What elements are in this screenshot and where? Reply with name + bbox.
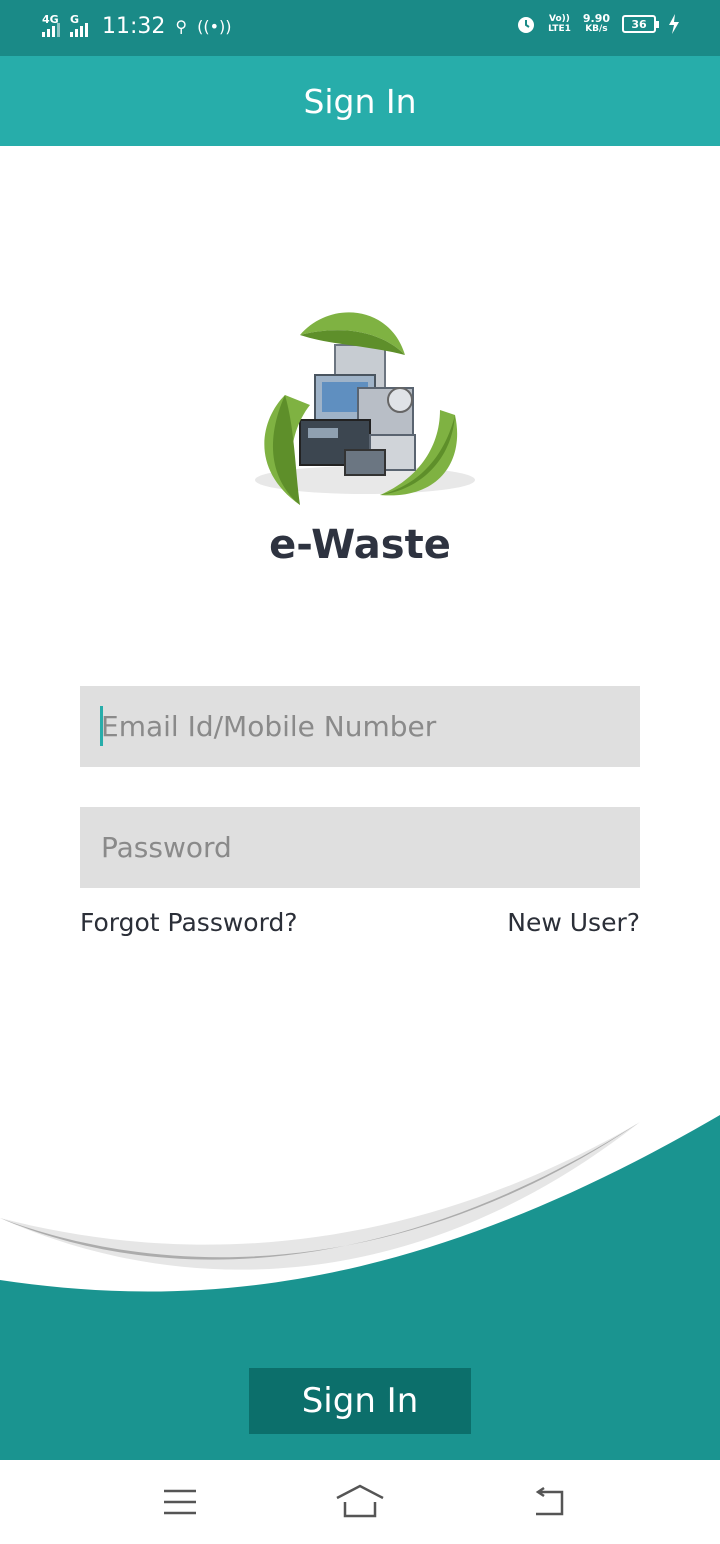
volte-indicator: Vo)) LTE1	[548, 14, 571, 34]
forgot-password-link[interactable]: Forgot Password?	[80, 908, 298, 937]
back-icon[interactable]	[518, 1482, 578, 1522]
network-type-2: G	[70, 12, 80, 26]
battery-icon: 36	[622, 15, 659, 33]
page-title: Sign In	[303, 81, 417, 121]
clock: 11:32	[102, 14, 166, 39]
app-bar: Sign In	[0, 56, 720, 146]
signal-g-icon: G	[70, 13, 88, 37]
email-field[interactable]	[80, 686, 640, 767]
text-caret	[100, 706, 103, 746]
brand-name: e-Waste	[269, 522, 451, 568]
system-nav-bar	[0, 1460, 720, 1544]
signal-4g-icon: 4G	[42, 13, 60, 37]
charging-icon	[669, 14, 679, 34]
password-field[interactable]	[80, 807, 640, 888]
menu-icon[interactable]	[150, 1482, 210, 1522]
home-icon[interactable]	[330, 1482, 390, 1522]
usb-icon: ⚲	[175, 17, 188, 36]
status-right: Vo)) LTE1 9.90 KB/s 36	[516, 12, 680, 34]
alarm-icon	[518, 17, 535, 33]
sign-in-button[interactable]: Sign In	[249, 1368, 471, 1434]
hotspot-icon: ((•))	[197, 17, 232, 36]
new-user-link[interactable]: New User?	[507, 908, 640, 937]
status-left: 4G G 11:32 ⚲ ((•))	[42, 13, 232, 39]
ewaste-logo-icon	[255, 312, 475, 505]
network-speed: 9.90 KB/s	[582, 12, 610, 34]
status-bar: 4G G 11:32 ⚲ ((•)) Vo)) LTE1 9.90 KB/s 3…	[0, 0, 720, 56]
